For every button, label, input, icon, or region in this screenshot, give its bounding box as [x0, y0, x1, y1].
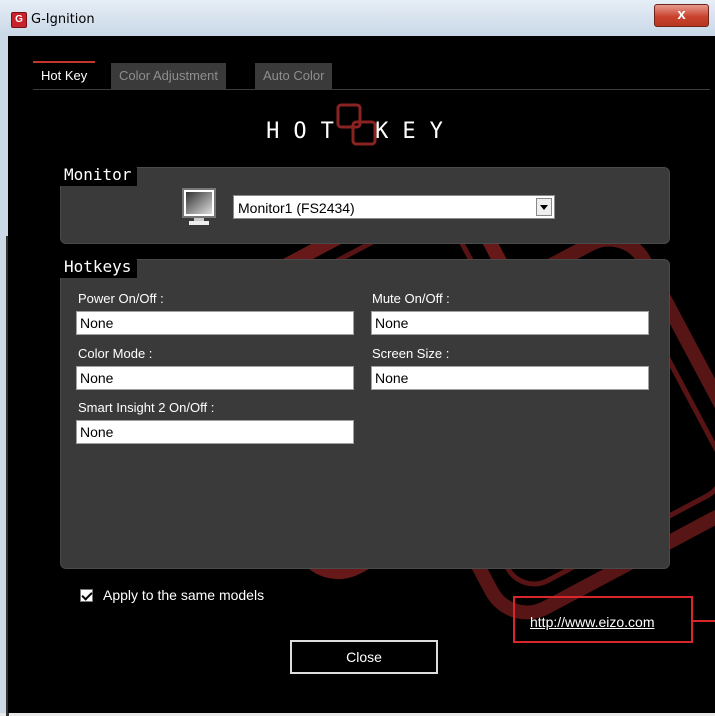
- mute-label: Mute On/Off :: [372, 291, 450, 306]
- apply-same-models-label[interactable]: Apply to the same models: [103, 587, 264, 603]
- app-window: G G-Ignition x I R Hot Key Color Adjustm: [0, 0, 715, 716]
- window-title: G-Ignition: [31, 12, 95, 27]
- smart-insight-hotkey-field[interactable]: None: [76, 420, 354, 444]
- monitor-group-legend: Monitor: [60, 163, 138, 186]
- apply-same-models-checkbox[interactable]: [80, 589, 93, 602]
- screen-size-hotkey-field[interactable]: None: [371, 366, 649, 390]
- tab-color-adjustment[interactable]: Color Adjustment: [111, 63, 226, 89]
- app-logo-icon: G: [11, 12, 27, 28]
- link-highlight-line: [693, 620, 715, 622]
- mute-hotkey-field[interactable]: None: [371, 311, 649, 335]
- power-hotkey-field[interactable]: None: [76, 311, 354, 335]
- title-bar[interactable]: G G-Ignition x: [0, 0, 715, 37]
- power-label: Power On/Off :: [78, 291, 164, 306]
- window-close-button[interactable]: x: [654, 4, 709, 27]
- tab-auto-color[interactable]: Auto Color: [255, 63, 333, 89]
- client-area: I R Hot Key Color Adjustment Auto Color …: [8, 36, 715, 713]
- hotkeys-group-legend: Hotkeys: [60, 255, 138, 278]
- screen-size-label: Screen Size :: [372, 346, 450, 361]
- eizo-website-link[interactable]: http://www.eizo.com: [530, 614, 655, 630]
- window-left-border: [0, 36, 9, 716]
- smart-insight-label: Smart Insight 2 On/Off :: [78, 400, 215, 415]
- monitor-icon: [182, 188, 216, 225]
- color-mode-label: Color Mode :: [78, 346, 153, 361]
- monitor-select-value: Monitor1 (FS2434): [238, 200, 355, 216]
- tab-hot-key[interactable]: Hot Key: [33, 61, 96, 89]
- monitor-select[interactable]: Monitor1 (FS2434): [233, 195, 555, 219]
- tab-divider: [33, 89, 710, 90]
- page-title: HOT KEY: [266, 119, 457, 144]
- close-button[interactable]: Close: [290, 640, 438, 674]
- chevron-down-icon[interactable]: [536, 198, 552, 216]
- color-mode-hotkey-field[interactable]: None: [76, 366, 354, 390]
